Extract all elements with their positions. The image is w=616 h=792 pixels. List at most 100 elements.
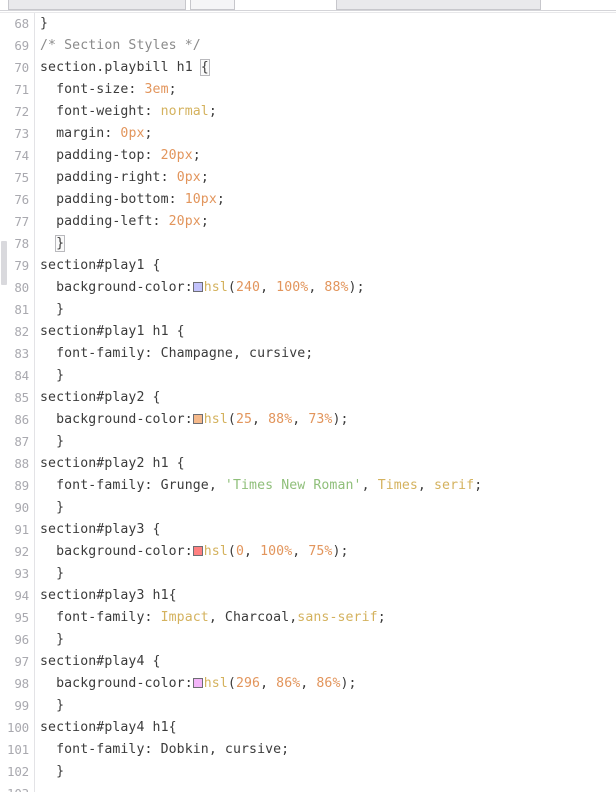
code-token: , [417, 478, 434, 493]
code-token: 100% [276, 280, 309, 295]
line-number: 101 [7, 742, 29, 757]
editor-tab[interactable] [8, 0, 186, 10]
code-line[interactable]: padding-right: 0px; [40, 167, 616, 189]
line-number: 99 [14, 698, 29, 713]
code-line[interactable]: background-color: hsl(240, 100%, 88%); [40, 277, 616, 299]
code-line[interactable]: section#play2 h1 { [40, 453, 616, 475]
code-line[interactable]: } [40, 563, 616, 585]
code-line[interactable]: font-family: Dobkin, cursive; [40, 739, 616, 761]
code-token: background-color: [40, 412, 193, 427]
code-line[interactable]: padding-left: 20px; [40, 211, 616, 233]
code-token: , Charcoal, [208, 610, 298, 625]
code-token: , [252, 412, 269, 427]
code-line[interactable]: section.playbill h1 { [40, 57, 616, 79]
code-content[interactable]: } /* Section Styles */ section.playbill h1… [36, 13, 616, 792]
code-line[interactable]: } [40, 629, 616, 651]
code-line[interactable]: font-family: Grunge, 'Times New Roman', … [40, 475, 616, 497]
code-token: ; [216, 192, 225, 207]
line-number: 85 [14, 390, 29, 405]
line-number: 83 [14, 346, 29, 361]
code-line[interactable]: background-color: hsl(296, 86%, 86%); [40, 673, 616, 695]
code-token: serif [434, 478, 475, 493]
code-token: 240 [235, 280, 261, 295]
code-line[interactable]: section#play1 { [40, 255, 616, 277]
line-number: 95 [14, 610, 29, 625]
code-token: , [292, 544, 309, 559]
matching-bracket-highlight: } [55, 235, 66, 252]
code-token: ); [340, 676, 357, 691]
line-number: 96 [14, 632, 29, 647]
code-line[interactable]: } [40, 431, 616, 453]
code-line[interactable]: section#play2 { [40, 387, 616, 409]
code-line[interactable]: margin: 0px; [40, 123, 616, 145]
code-token: 86% [316, 676, 341, 691]
code-line[interactable]: } [40, 497, 616, 519]
code-token: } [40, 368, 65, 383]
editor-scrollbar[interactable] [0, 13, 7, 792]
code-token: } [40, 566, 65, 581]
code-token: section.playbill h1 [40, 60, 201, 75]
code-token: section#play4 { [40, 654, 161, 669]
line-number: 98 [14, 676, 29, 691]
code-line[interactable]: padding-top: 20px; [40, 145, 616, 167]
code-token: , [361, 478, 378, 493]
code-token: font-family: [40, 610, 161, 625]
code-line[interactable]: } [40, 695, 616, 717]
code-token: section#play3 { [40, 522, 161, 537]
color-swatch-icon[interactable] [192, 414, 203, 424]
code-line[interactable]: } [40, 13, 616, 35]
code-token: ; [168, 82, 177, 97]
code-line[interactable]: section#play1 h1 { [40, 321, 616, 343]
code-line[interactable]: /* Section Styles */ [40, 35, 616, 57]
line-number: 94 [14, 588, 29, 603]
line-number: 78 [14, 236, 29, 251]
code-token: padding-top: [40, 148, 161, 163]
editor-tab-strip[interactable] [0, 0, 616, 13]
code-line[interactable]: font-weight: normal; [40, 101, 616, 123]
code-line[interactable]: } [40, 365, 616, 387]
code-token: 86% [276, 676, 301, 691]
code-line[interactable]: } [40, 299, 616, 321]
code-token: } [40, 500, 65, 515]
code-token: normal [160, 104, 209, 119]
code-line[interactable]: background-color: hsl(25, 88%, 73%); [40, 409, 616, 431]
code-token: } [40, 698, 65, 713]
code-token: 3em [144, 82, 169, 97]
code-token: 20px [168, 214, 201, 229]
code-token: section#play2 { [40, 390, 161, 405]
code-token: 'Times New Roman' [224, 478, 362, 493]
editor-tab[interactable] [336, 0, 541, 10]
color-swatch-icon[interactable] [192, 678, 203, 688]
line-number: 93 [14, 566, 29, 581]
code-line[interactable]: padding-bottom: 10px; [40, 189, 616, 211]
code-token: ; [474, 478, 483, 493]
color-swatch-icon[interactable] [192, 282, 203, 292]
code-line[interactable] [40, 783, 616, 792]
code-token: , [260, 280, 277, 295]
code-line[interactable]: background-color: hsl(0, 100%, 75%); [40, 541, 616, 563]
code-line[interactable]: section#play3 h1{ [40, 585, 616, 607]
code-line[interactable]: font-size: 3em; [40, 79, 616, 101]
code-line[interactable]: section#play4 { [40, 651, 616, 673]
code-line[interactable]: section#play3 { [40, 519, 616, 541]
code-token: 10px [184, 192, 217, 207]
line-number: 87 [14, 434, 29, 449]
line-number: 76 [14, 192, 29, 207]
line-number: 84 [14, 368, 29, 383]
code-line[interactable]: } [40, 233, 616, 255]
code-token: , [292, 412, 309, 427]
code-editor[interactable]: 68 69 70 71 72 73 74 75 76 77 78 79 80 81 82 83 84 85 86 87… [0, 13, 616, 792]
code-token: hsl [203, 412, 228, 427]
code-token: ; [200, 170, 209, 185]
line-number: 75 [14, 170, 29, 185]
color-swatch-icon[interactable] [192, 546, 203, 556]
code-line[interactable]: } [40, 761, 616, 783]
code-token: sans-serif [297, 610, 378, 625]
line-number: 97 [14, 654, 29, 669]
editor-tab[interactable] [190, 0, 235, 10]
code-line[interactable]: section#play4 h1{ [40, 717, 616, 739]
line-number: 70 [14, 60, 29, 75]
code-line[interactable]: font-family: Champagne, cursive; [40, 343, 616, 365]
code-line[interactable]: font-family: Impact, Charcoal,sans-serif… [40, 607, 616, 629]
line-number: 71 [14, 82, 29, 97]
